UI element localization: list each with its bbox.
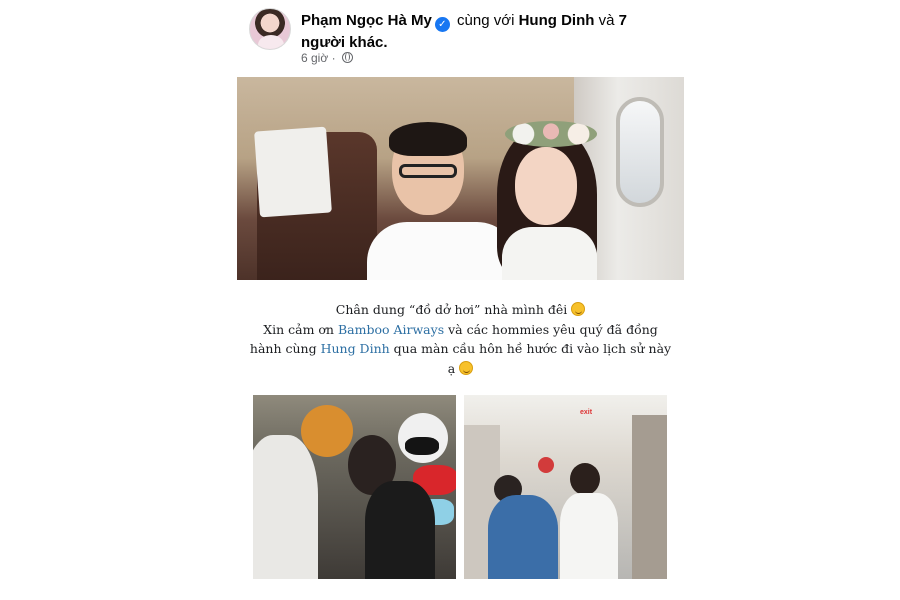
caption-line4-text: ạ <box>447 360 456 376</box>
grinning-face-emoji-icon-2 <box>459 360 474 375</box>
tagged-person[interactable]: Hung Dinh <box>519 12 595 29</box>
caption-line-4: ạ <box>237 359 684 379</box>
caption-line-1: Chân dung “đồ dở hơi” nhà mình đêi <box>237 300 684 320</box>
globe-icon[interactable] <box>341 52 353 63</box>
group-photo-left[interactable] <box>253 395 456 579</box>
cabin-photo-right[interactable]: exit <box>464 395 667 579</box>
meta-separator: · <box>331 51 336 65</box>
girl-figure <box>487 117 607 280</box>
post-time[interactable]: 6 giờ <box>301 51 328 65</box>
caption-line3-prefix: hành cùng <box>249 341 317 356</box>
black-mask <box>405 437 439 455</box>
caption-line3-suffix: qua màn cầu hôn hề hước đi vào lịch sử n… <box>393 341 672 356</box>
person-head-2 <box>570 463 600 495</box>
author-avatar[interactable] <box>249 8 291 50</box>
with-text: cùng với <box>457 12 515 29</box>
caption-line2-suffix: và các hommies yêu quý đã đồng <box>448 321 658 337</box>
hung-dinh-link[interactable]: Hung Dinh <box>321 341 390 356</box>
author-name[interactable]: Phạm Ngọc Hà My <box>301 12 432 29</box>
post-caption: Chân dung “đồ dở hơi” nhà mình đêi Xin c… <box>237 300 684 378</box>
caption-line2-prefix: Xin cảm ơn <box>263 321 334 337</box>
post-header: Phạm Ngọc Hà My ✓ cùng với Hung Dinh và 7… <box>249 8 669 70</box>
orange-wig-person <box>301 405 353 457</box>
blue-shirt-person <box>488 495 558 579</box>
black-outfit-person <box>365 481 435 579</box>
verified-badge-icon: ✓ <box>434 17 450 32</box>
post-header-text: Phạm Ngọc Hà My ✓ cùng với Hung Dinh và 7… <box>301 10 661 54</box>
cabin-curtain <box>632 415 667 579</box>
main-photo[interactable] <box>237 77 684 280</box>
airplane-window <box>616 97 664 207</box>
caption-line1-text: Chân dung “đồ dở hơi” nhà mình đêi <box>335 302 568 317</box>
caption-line-3: hành cùng Hung Dinh qua màn cầu hôn hề h… <box>237 339 684 359</box>
red-hat-small <box>538 457 554 473</box>
white-dress-person <box>560 493 618 579</box>
post-meta: 6 giờ · <box>301 51 353 65</box>
grinning-face-emoji-icon <box>571 302 586 316</box>
caption-line-2: Xin cảm ơn Bamboo Airways và các hommies… <box>237 320 684 340</box>
white-shirt-person <box>253 435 318 579</box>
exit-sign: exit <box>579 409 593 416</box>
seat-headrest-cover <box>254 126 332 218</box>
and-text: và <box>598 12 615 29</box>
bamboo-airways-link[interactable]: Bamboo Airways <box>338 322 444 337</box>
